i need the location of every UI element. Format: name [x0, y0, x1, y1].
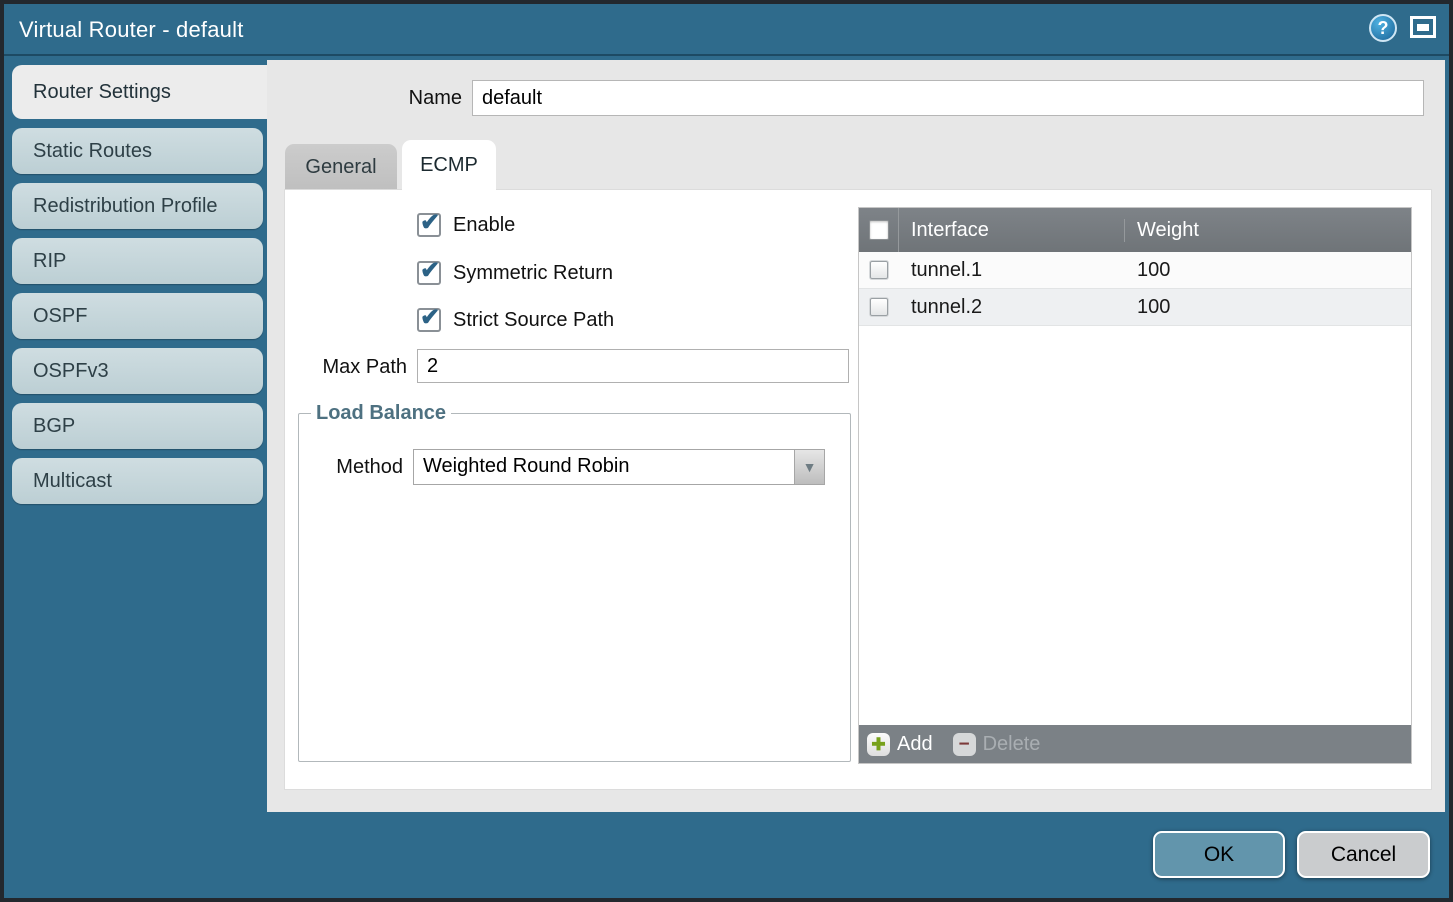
delete-button[interactable]: − Delete [953, 733, 1041, 756]
tab-ecmp[interactable]: ECMP [402, 140, 496, 192]
titlebar: Virtual Router - default ? [4, 4, 1449, 56]
tab-general[interactable]: General [285, 144, 397, 190]
minus-icon: − [953, 733, 976, 756]
header-checkbox-cell [859, 208, 899, 252]
sidebar-item-ospf[interactable]: OSPF [12, 293, 263, 339]
sidebar-item-bgp[interactable]: BGP [12, 403, 263, 449]
cancel-button[interactable]: Cancel [1297, 831, 1430, 878]
cell-interface[interactable]: tunnel.1 [899, 259, 1125, 282]
sidebar-item-ospfv3[interactable]: OSPFv3 [12, 348, 263, 394]
symmetric-return-label: Symmetric Return [453, 262, 613, 285]
max-path-label: Max Path [303, 356, 407, 379]
method-label: Method [333, 456, 403, 479]
symmetric-return-checkbox-row: ✔ Symmetric Return [417, 260, 613, 286]
sidebar-item-redistribution-profile[interactable]: Redistribution Profile [12, 183, 263, 229]
name-label: Name [357, 87, 462, 110]
cell-interface[interactable]: tunnel.2 [899, 296, 1125, 319]
method-selected-value: Weighted Round Robin [423, 455, 629, 478]
check-icon: ✔ [420, 256, 440, 285]
add-button-label: Add [897, 733, 933, 756]
table-header: Interface Weight [859, 208, 1411, 252]
check-icon: ✔ [420, 208, 440, 237]
load-balance-fieldset: Load Balance Method Weighted Round Robin… [298, 402, 851, 762]
interface-weight-table: Interface Weight tunnel.1 100 tunnel.2 1… [858, 207, 1412, 764]
content-area: Name General ECMP ✔ Enable ✔ Symmetric R… [267, 60, 1445, 812]
method-dropdown[interactable]: Weighted Round Robin ▼ [413, 449, 825, 485]
column-header-interface[interactable]: Interface [899, 219, 1125, 242]
sidebar-item-rip[interactable]: RIP [12, 238, 263, 284]
sidebar-item-router-settings[interactable]: Router Settings [12, 65, 267, 119]
sidebar: Router Settings Static Routes Redistribu… [12, 65, 267, 504]
window-resize-icon-inner [1417, 24, 1429, 31]
enable-label: Enable [453, 214, 515, 237]
strict-source-path-checkbox-row: ✔ Strict Source Path [417, 307, 614, 333]
sidebar-item-static-routes[interactable]: Static Routes [12, 128, 263, 174]
cell-weight[interactable]: 100 [1125, 296, 1411, 319]
table-empty-space [859, 326, 1411, 725]
row-checkbox-cell [859, 289, 899, 325]
max-path-input[interactable] [417, 349, 849, 383]
name-input[interactable] [472, 80, 1424, 116]
cell-weight[interactable]: 100 [1125, 259, 1411, 282]
help-icon[interactable]: ? [1369, 14, 1397, 42]
ecmp-panel: ✔ Enable ✔ Symmetric Return ✔ Strict Sou… [285, 190, 1431, 789]
table-row[interactable]: tunnel.1 100 [859, 252, 1411, 289]
strict-source-path-label: Strict Source Path [453, 309, 614, 332]
chevron-down-icon[interactable]: ▼ [794, 450, 824, 484]
row-checkbox-cell [859, 252, 899, 288]
sidebar-item-multicast[interactable]: Multicast [12, 458, 263, 504]
table-footer: ✚ Add − Delete [859, 725, 1411, 763]
window-resize-icon[interactable] [1410, 16, 1436, 38]
strict-source-path-checkbox[interactable]: ✔ [417, 308, 441, 332]
table-row[interactable]: tunnel.2 100 [859, 289, 1411, 326]
column-header-weight[interactable]: Weight [1125, 219, 1411, 242]
row-checkbox[interactable] [870, 298, 888, 316]
ok-button[interactable]: OK [1153, 831, 1285, 878]
symmetric-return-checkbox[interactable]: ✔ [417, 261, 441, 285]
load-balance-legend: Load Balance [311, 402, 451, 425]
row-checkbox[interactable] [870, 261, 888, 279]
delete-button-label: Delete [983, 733, 1041, 756]
virtual-router-dialog: Virtual Router - default ? Router Settin… [0, 0, 1453, 902]
plus-icon: ✚ [867, 733, 890, 756]
enable-checkbox-row: ✔ Enable [417, 212, 515, 238]
check-icon: ✔ [420, 303, 440, 332]
add-button[interactable]: ✚ Add [867, 733, 933, 756]
dialog-title: Virtual Router - default [19, 17, 244, 43]
select-all-checkbox[interactable] [869, 220, 889, 240]
enable-checkbox[interactable]: ✔ [417, 213, 441, 237]
